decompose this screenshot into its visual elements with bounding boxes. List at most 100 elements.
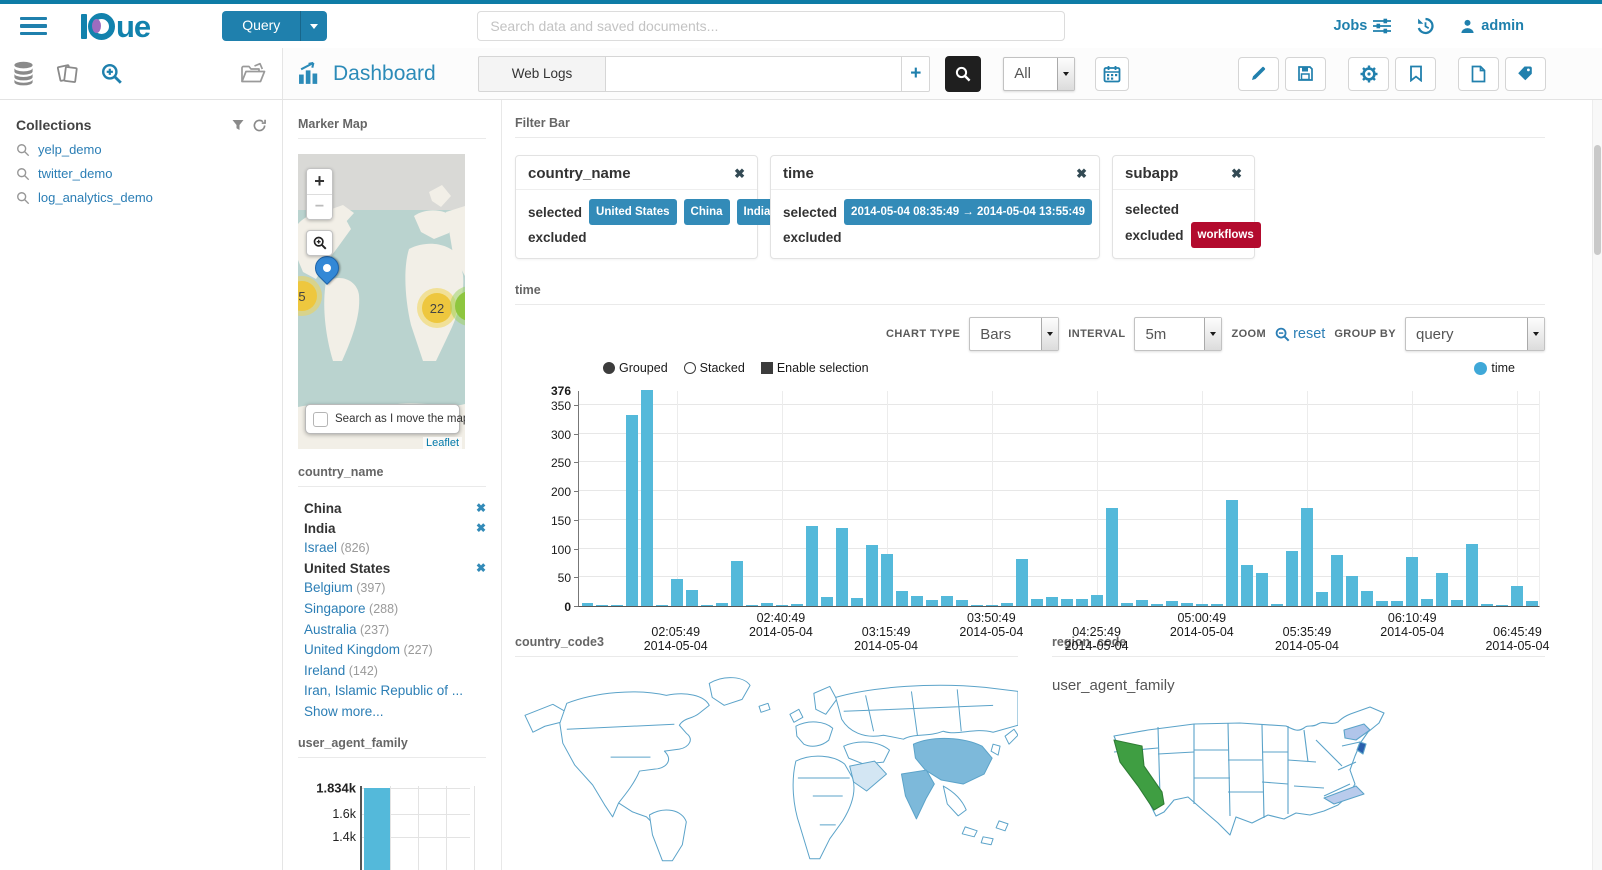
interval-select[interactable]: 5m — [1134, 317, 1223, 351]
remove-facet-icon[interactable]: ✖ — [476, 519, 486, 539]
bar[interactable] — [1120, 603, 1133, 606]
leaflet-attribution-link[interactable]: Leaflet — [422, 437, 462, 449]
bar[interactable] — [1225, 499, 1238, 606]
bar[interactable] — [1510, 586, 1523, 606]
bar[interactable] — [791, 604, 804, 606]
bar[interactable] — [1465, 543, 1478, 606]
bar[interactable] — [806, 525, 819, 606]
time-chart-plot[interactable] — [578, 390, 1540, 607]
dashboard-search-button[interactable] — [945, 55, 982, 92]
collection-item[interactable]: log_analytics_demo — [16, 190, 266, 205]
map-zoom-out-button[interactable]: − — [307, 194, 332, 219]
facet-label[interactable]: Israel — [304, 540, 337, 555]
facet-label[interactable]: China — [304, 501, 342, 516]
scrollbar-thumb[interactable] — [1594, 145, 1601, 255]
zoom-in-icon[interactable] — [101, 63, 123, 85]
bar[interactable] — [671, 579, 684, 606]
marker-map[interactable]: + − 5 22 2 Search as I move the map Leaf… — [298, 154, 465, 449]
dashboard-query-input[interactable] — [606, 55, 903, 92]
bar[interactable] — [1016, 558, 1029, 606]
map-zoom-in-button[interactable]: + — [307, 169, 332, 194]
settings-button[interactable] — [1348, 56, 1389, 91]
bar[interactable] — [1061, 599, 1073, 606]
new-document-button[interactable] — [1458, 56, 1499, 91]
tags-button[interactable] — [1505, 56, 1546, 91]
collection-name-label[interactable]: Web Logs — [477, 55, 607, 92]
bar[interactable] — [1180, 602, 1193, 606]
bar[interactable] — [1420, 599, 1433, 606]
hamburger-menu-icon[interactable] — [20, 16, 47, 36]
bar[interactable] — [1090, 594, 1103, 606]
bar[interactable] — [836, 528, 849, 606]
bar[interactable] — [761, 602, 774, 606]
bar[interactable] — [1075, 598, 1088, 606]
dashboard-title[interactable]: Dashboard — [298, 61, 436, 86]
bar[interactable] — [611, 604, 624, 606]
save-button[interactable] — [1285, 56, 1326, 91]
group-by-select[interactable]: query — [1405, 317, 1545, 351]
collection-item[interactable]: twitter_demo — [16, 166, 266, 181]
facet-label[interactable]: Iran, Islamic Republic of ... — [304, 683, 463, 698]
scope-select[interactable]: All — [1003, 56, 1076, 91]
bar[interactable] — [956, 599, 969, 606]
bar[interactable] — [1525, 601, 1538, 606]
bar[interactable] — [1210, 604, 1223, 606]
bar[interactable] — [364, 787, 390, 870]
jobs-link[interactable]: Jobs — [1333, 18, 1392, 34]
documents-icon[interactable] — [56, 61, 80, 86]
bar[interactable] — [1480, 604, 1493, 606]
collection-item[interactable]: yelp_demo — [16, 142, 266, 157]
bar[interactable] — [1001, 602, 1014, 606]
chart-type-select[interactable]: Bars — [969, 317, 1060, 351]
bar[interactable] — [866, 545, 879, 606]
refresh-icon[interactable] — [253, 119, 266, 132]
query-split-button[interactable]: Query — [222, 11, 328, 41]
bar[interactable] — [686, 589, 699, 606]
bar[interactable] — [1270, 604, 1283, 606]
facet-label[interactable]: India — [304, 521, 336, 536]
history-button[interactable] — [1416, 17, 1435, 35]
bar[interactable] — [1405, 557, 1418, 606]
user-menu[interactable]: admin — [1460, 18, 1524, 34]
edit-dashboard-button[interactable] — [1238, 56, 1279, 91]
global-search-input[interactable] — [477, 11, 1066, 41]
enable-selection-checkbox[interactable]: Enable selection — [760, 361, 869, 375]
bar[interactable] — [941, 596, 954, 606]
bar[interactable] — [1031, 599, 1044, 606]
filter-chip[interactable]: workflows — [1190, 222, 1261, 248]
bar[interactable] — [1330, 555, 1343, 606]
bar[interactable] — [1046, 597, 1058, 606]
filter-chip[interactable]: United States — [589, 199, 677, 225]
bar[interactable] — [821, 596, 834, 606]
facet-label[interactable]: United Kingdom — [304, 642, 400, 657]
facet-label[interactable]: Singapore — [304, 601, 366, 616]
filter-card-close-icon[interactable]: ✖ — [1231, 166, 1242, 182]
uaf-plot[interactable] — [360, 785, 475, 870]
bar[interactable] — [1255, 573, 1268, 606]
bar[interactable] — [1375, 601, 1388, 606]
bookmark-button[interactable] — [1395, 56, 1436, 91]
bar[interactable] — [1195, 604, 1208, 606]
bar[interactable] — [911, 595, 924, 606]
bar[interactable] — [1390, 601, 1403, 606]
bar[interactable] — [1300, 508, 1313, 606]
bar[interactable] — [1105, 508, 1118, 606]
database-icon[interactable] — [12, 61, 35, 86]
bar[interactable] — [1435, 572, 1448, 606]
calendar-button[interactable] — [1095, 56, 1130, 91]
remove-facet-icon[interactable]: ✖ — [476, 559, 486, 579]
zoom-reset-link[interactable]: reset — [1275, 326, 1325, 342]
bar[interactable] — [1315, 591, 1328, 606]
query-button-label[interactable]: Query — [222, 11, 301, 41]
bar[interactable] — [1495, 604, 1508, 606]
facet-label[interactable]: Australia — [304, 622, 357, 637]
search-as-move-checkbox[interactable] — [313, 411, 328, 427]
bar[interactable] — [641, 390, 654, 606]
bar[interactable] — [1150, 604, 1163, 606]
bar[interactable] — [1285, 551, 1298, 606]
filter-card-close-icon[interactable]: ✖ — [1076, 166, 1087, 182]
remove-facet-icon[interactable]: ✖ — [476, 499, 486, 519]
facet-label[interactable]: United States — [304, 561, 390, 576]
map-zoom-box-button[interactable] — [306, 230, 333, 256]
bar[interactable] — [986, 604, 999, 606]
